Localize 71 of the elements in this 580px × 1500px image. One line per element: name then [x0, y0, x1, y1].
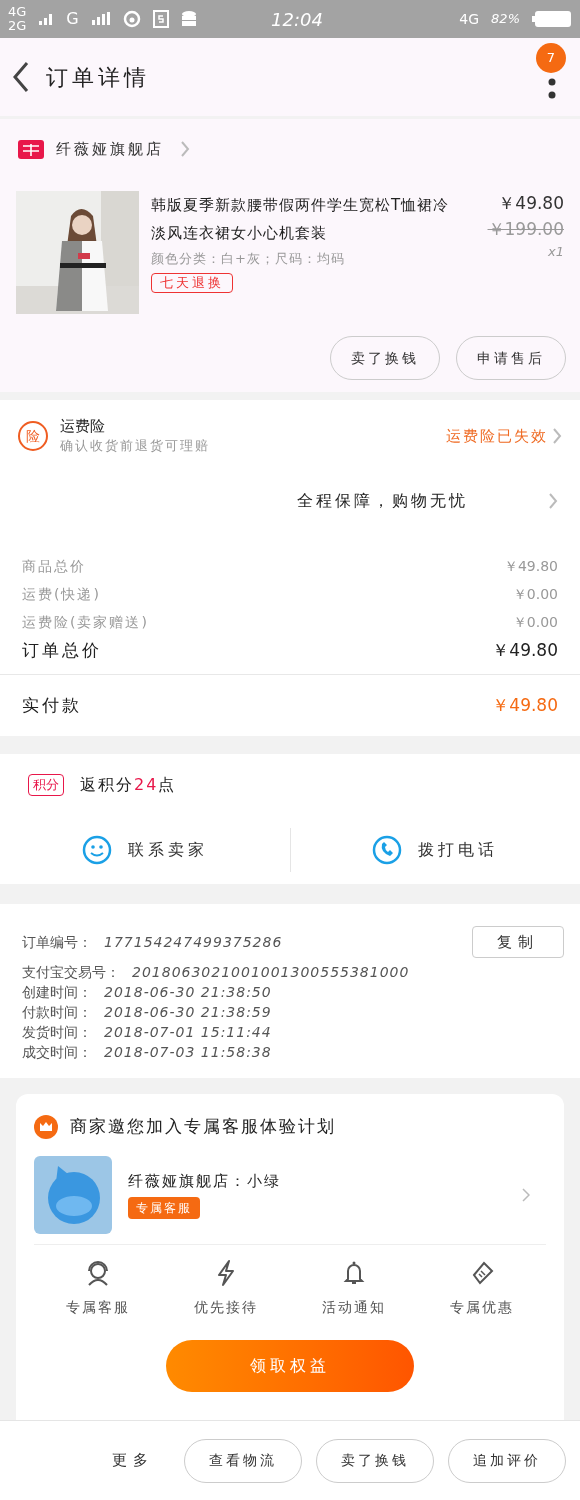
price-value: ￥49.80 [503, 556, 558, 576]
order-number: 177154247499375286 [104, 932, 283, 952]
info-value: 2018063021001001300555381000 [132, 963, 410, 982]
total-value: ￥49.80 [492, 639, 558, 663]
battery-level: 82% [491, 10, 520, 29]
network-label: 4G [459, 9, 480, 29]
chat-mascot-icon [34, 1155, 112, 1234]
page-title: 订单详情 [46, 63, 150, 92]
info-label: 成交时间： [22, 1043, 92, 1062]
product-quantity: x1 [548, 243, 564, 261]
more-icon [548, 78, 556, 100]
more-link[interactable]: 更多 [112, 1449, 154, 1472]
back-icon [12, 61, 30, 93]
back-button[interactable] [12, 61, 30, 93]
product-variant: 颜色分类：白+灰；尺码：均码 [151, 250, 346, 268]
network-label: G [66, 8, 79, 30]
original-price: ￥199.00 [487, 217, 564, 241]
copy-button[interactable]: 复制 [472, 926, 564, 958]
insurance-badge: 险 [18, 421, 48, 451]
points-text: 返积分 24点 [80, 774, 177, 796]
notification-badge: 7 [536, 43, 566, 73]
signal-icon [90, 12, 111, 26]
perk-label: 专属优惠 [450, 1297, 514, 1317]
store-link[interactable]: 纤薇娅旗舰店 [56, 137, 190, 161]
network-label: 4G [8, 5, 27, 19]
phone-icon [372, 835, 403, 865]
card-title: 商家邀您加入专属客服体验计划 [70, 1115, 336, 1138]
perk-label: 优先接待 [194, 1297, 258, 1317]
chat-face-icon [81, 835, 112, 865]
agent-name: 纤薇娅旗舰店：小绿 [128, 1171, 281, 1193]
chevron-right-icon [180, 140, 190, 158]
crown-icon [34, 1114, 58, 1139]
paid-label: 实付款 [22, 693, 82, 717]
info-label: 发货时间： [22, 1023, 92, 1042]
product-title: 韩版夏季新款腰带假两件学生宽松T恤裙冷淡风连衣裙女小心机套装 [151, 195, 451, 244]
info-value: 2018-07-03 11:58:38 [104, 1043, 272, 1062]
clock: 12:04 [270, 7, 324, 32]
contact-button[interactable]: 联系卖家 [0, 835, 290, 865]
product-price: ￥49.80 [498, 192, 564, 215]
perk-label: 专属客服 [66, 1297, 130, 1317]
perk-label: 活动通知 [322, 1297, 386, 1317]
price-value: ￥0.00 [512, 612, 558, 632]
info-value: 2018-06-30 21:38:50 [104, 983, 272, 1002]
agent-tag: 专属客服 [128, 1196, 200, 1219]
price-label: 运费险(卖家赠送) [22, 612, 149, 632]
price-label: 运费(快递) [22, 584, 101, 604]
signal-icon [38, 12, 55, 26]
more-button[interactable] [548, 78, 556, 100]
points-badge: 积分 [28, 774, 64, 796]
return-policy-tag: 七天退换 [151, 272, 233, 293]
info-value: 2018-07-01 15:11:44 [104, 1023, 272, 1042]
info-label: 订单编号： [22, 932, 92, 952]
price-value: ￥0.00 [512, 584, 558, 604]
insurance-subtitle: 确认收货前退货可理赔 [60, 437, 210, 455]
chevron-right-icon [548, 492, 558, 510]
price-label: 商品总价 [22, 556, 86, 576]
paid-value: ￥49.80 [492, 693, 558, 717]
info-label: 付款时间： [22, 1003, 92, 1022]
chevron-right-icon [522, 1187, 530, 1202]
guarantee-link[interactable]: 全程保障，购物无忧 [0, 472, 580, 530]
contact-button[interactable]: 拨打电话 [290, 835, 580, 865]
shop-logo-icon [18, 139, 44, 159]
battery-icon [532, 10, 572, 28]
chevron-right-icon [552, 427, 562, 445]
info-value: 2018-06-30 21:38:59 [104, 1003, 272, 1022]
s-square-icon [152, 10, 169, 28]
total-label: 订单总价 [22, 639, 102, 663]
info-label: 支付宝交易号： [22, 963, 120, 982]
insurance-title: 运费险 [60, 416, 106, 436]
network-label: 2G [8, 19, 27, 33]
info-label: 创建时间： [22, 983, 92, 1002]
